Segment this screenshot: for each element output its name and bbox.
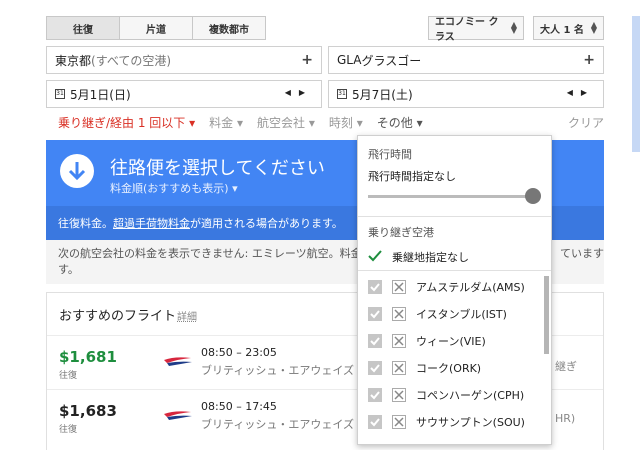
add-destination-icon[interactable]: + xyxy=(583,52,595,68)
flight-time: 08:50 – 23:05 xyxy=(201,346,277,359)
banner-title: 往路便を選択してください xyxy=(110,158,325,179)
trip-type-multicity[interactable]: 複数都市 xyxy=(192,16,266,40)
calendar-icon: 31 xyxy=(337,89,347,99)
flight-stops: HR) xyxy=(555,412,576,425)
filter-other-label: その他 xyxy=(376,115,413,130)
destination-field[interactable]: GLA グラスゴー + xyxy=(328,46,604,74)
down-arrow-icon xyxy=(60,154,94,188)
airport-option[interactable]: サウサンプトン(SOU) xyxy=(368,411,540,433)
clear-filters-link[interactable]: クリア xyxy=(568,114,604,131)
divider xyxy=(358,216,551,217)
airline-logo-icon xyxy=(164,357,192,366)
airport-option[interactable]: コーク(ORK) xyxy=(368,357,540,379)
checkmark-icon xyxy=(368,250,382,262)
checkbox-icon[interactable] xyxy=(368,334,382,348)
results-title: おすすめのフライト xyxy=(59,309,177,324)
date-stepper-icon[interactable]: ◀▶ xyxy=(567,88,595,97)
exclude-icon[interactable] xyxy=(392,415,406,429)
filter-time[interactable]: 時刻 ▾ xyxy=(329,114,363,131)
trip-type-roundtrip[interactable]: 往復 xyxy=(46,16,120,40)
destination-code: GLA xyxy=(337,53,362,67)
airport-name: アムステルダム(AMS) xyxy=(416,281,525,294)
panel-scrollbar[interactable] xyxy=(544,276,549,354)
filter-stops-label: 乗り継ぎ/経由 1 回以下 xyxy=(58,115,186,130)
trip-type-oneway[interactable]: 片道 xyxy=(119,16,193,40)
cabin-label: エコノミー クラス xyxy=(435,17,499,43)
any-stop-option[interactable]: 乗継地指定なし xyxy=(392,249,469,265)
exclude-icon[interactable] xyxy=(392,388,406,402)
passenger-label: 大人 1 名 xyxy=(540,24,584,36)
filter-other[interactable]: その他 ▾ xyxy=(377,114,423,131)
airport-option[interactable]: ウィーン(VIE) xyxy=(368,330,540,352)
airline-logo-icon xyxy=(164,411,192,420)
flight-time-value: 飛行時間指定なし xyxy=(368,170,456,183)
filter-airline[interactable]: 航空会社 ▾ xyxy=(257,114,315,131)
exclude-icon[interactable] xyxy=(392,280,406,294)
filter-price[interactable]: 料金 ▾ xyxy=(209,114,243,131)
date-stepper-icon[interactable]: ◀▶ xyxy=(285,88,313,97)
divider xyxy=(358,270,551,271)
airport-name: ウィーン(VIE) xyxy=(416,335,486,348)
checkbox-icon[interactable] xyxy=(368,388,382,402)
fare-type: 往復 xyxy=(59,371,78,381)
fare-notice-suffix: が適用される場合があります。 xyxy=(190,217,343,230)
calendar-icon: 31 xyxy=(55,89,65,99)
fare-notice-prefix: 往復料金。 xyxy=(58,217,113,230)
updown-icon: ▲ ▼ xyxy=(590,20,597,35)
sort-selector[interactable]: 料金順(おすすめも表示) ▾ xyxy=(110,180,238,196)
origin-city: 東京都 xyxy=(55,53,92,68)
airport-option[interactable]: アムステルダム(AMS) xyxy=(368,276,540,298)
return-date: 5月7日(土) xyxy=(352,87,413,102)
cabin-select[interactable]: エコノミー クラス ▲ ▼ xyxy=(428,16,524,43)
origin-detail: (すべての空港) xyxy=(91,53,172,68)
checkbox-icon[interactable] xyxy=(368,361,382,375)
stop-airport-heading: 乗り継ぎ空港 xyxy=(368,226,434,239)
depart-date-field[interactable]: 31 5月1日(日) ◀▶ xyxy=(46,80,322,108)
flight-airline: ブリティッシュ・エアウェイズ・JAL xyxy=(201,418,382,431)
airport-name: サウサンプトン(SOU) xyxy=(416,416,525,429)
checkbox-icon[interactable] xyxy=(368,415,382,429)
sort-label: 料金順(おすすめも表示) xyxy=(110,182,229,195)
passenger-select[interactable]: 大人 1 名 ▲ ▼ xyxy=(533,16,604,40)
fare-type: 往復 xyxy=(59,425,78,435)
updown-icon: ▲ ▼ xyxy=(510,20,517,35)
origin-field[interactable]: 東京都 (すべての空港) + xyxy=(46,46,322,74)
details-link[interactable]: 詳細 xyxy=(177,308,197,323)
page-scrollbar[interactable] xyxy=(632,16,640,152)
add-origin-icon[interactable]: + xyxy=(301,52,313,68)
airline-notice-line2: す。 xyxy=(58,263,79,276)
return-date-field[interactable]: 31 5月7日(土) ◀▶ xyxy=(328,80,604,108)
airport-option[interactable]: コペンハーゲン(CPH) xyxy=(368,384,540,406)
flight-time: 08:50 – 17:45 xyxy=(201,400,277,413)
exclude-icon[interactable] xyxy=(392,307,406,321)
flight-airline: ブリティッシュ・エアウェイズ xyxy=(201,364,355,377)
destination-city: グラスゴー xyxy=(361,53,422,68)
exclude-icon[interactable] xyxy=(392,334,406,348)
depart-date: 5月1日(日) xyxy=(70,87,131,102)
checkbox-icon[interactable] xyxy=(368,307,382,321)
flight-price: $1,683 xyxy=(59,402,117,420)
other-filters-panel: 飛行時間 飛行時間指定なし 乗り継ぎ空港 乗継地指定なし アムステルダム(AMS… xyxy=(357,135,552,445)
filter-price-label: 料金 xyxy=(209,115,234,130)
exclude-icon[interactable] xyxy=(392,361,406,375)
airline-notice-text: 次の航空会社の料金を表示できません: エミレーツ航空。料金が xyxy=(58,247,373,260)
airport-option[interactable]: イスタンブル(IST) xyxy=(368,303,540,325)
airport-name: コペンハーゲン(CPH) xyxy=(416,389,525,402)
filter-airline-label: 航空会社 xyxy=(257,115,306,130)
filter-time-label: 時刻 xyxy=(328,115,353,130)
flight-stops: 継ぎ xyxy=(555,360,577,373)
flight-time-heading: 飛行時間 xyxy=(368,148,412,161)
airline-notice-tail: ています xyxy=(560,247,604,260)
flight-time-slider[interactable] xyxy=(368,195,540,198)
baggage-fee-link[interactable]: 超過手荷物料金 xyxy=(113,217,190,230)
filter-bar: 乗り継ぎ/経由 1 回以下 ▾ 料金 ▾ 航空会社 ▾ 時刻 ▾ その他 ▾ xyxy=(58,112,437,132)
flight-price: $1,681 xyxy=(59,348,117,366)
flight-time-slider-handle[interactable] xyxy=(525,188,541,204)
airport-name: コーク(ORK) xyxy=(416,362,482,375)
filter-stops[interactable]: 乗り継ぎ/経由 1 回以下 ▾ xyxy=(58,114,195,131)
checkbox-icon[interactable] xyxy=(368,280,382,294)
airport-name: イスタンブル(IST) xyxy=(416,308,507,321)
